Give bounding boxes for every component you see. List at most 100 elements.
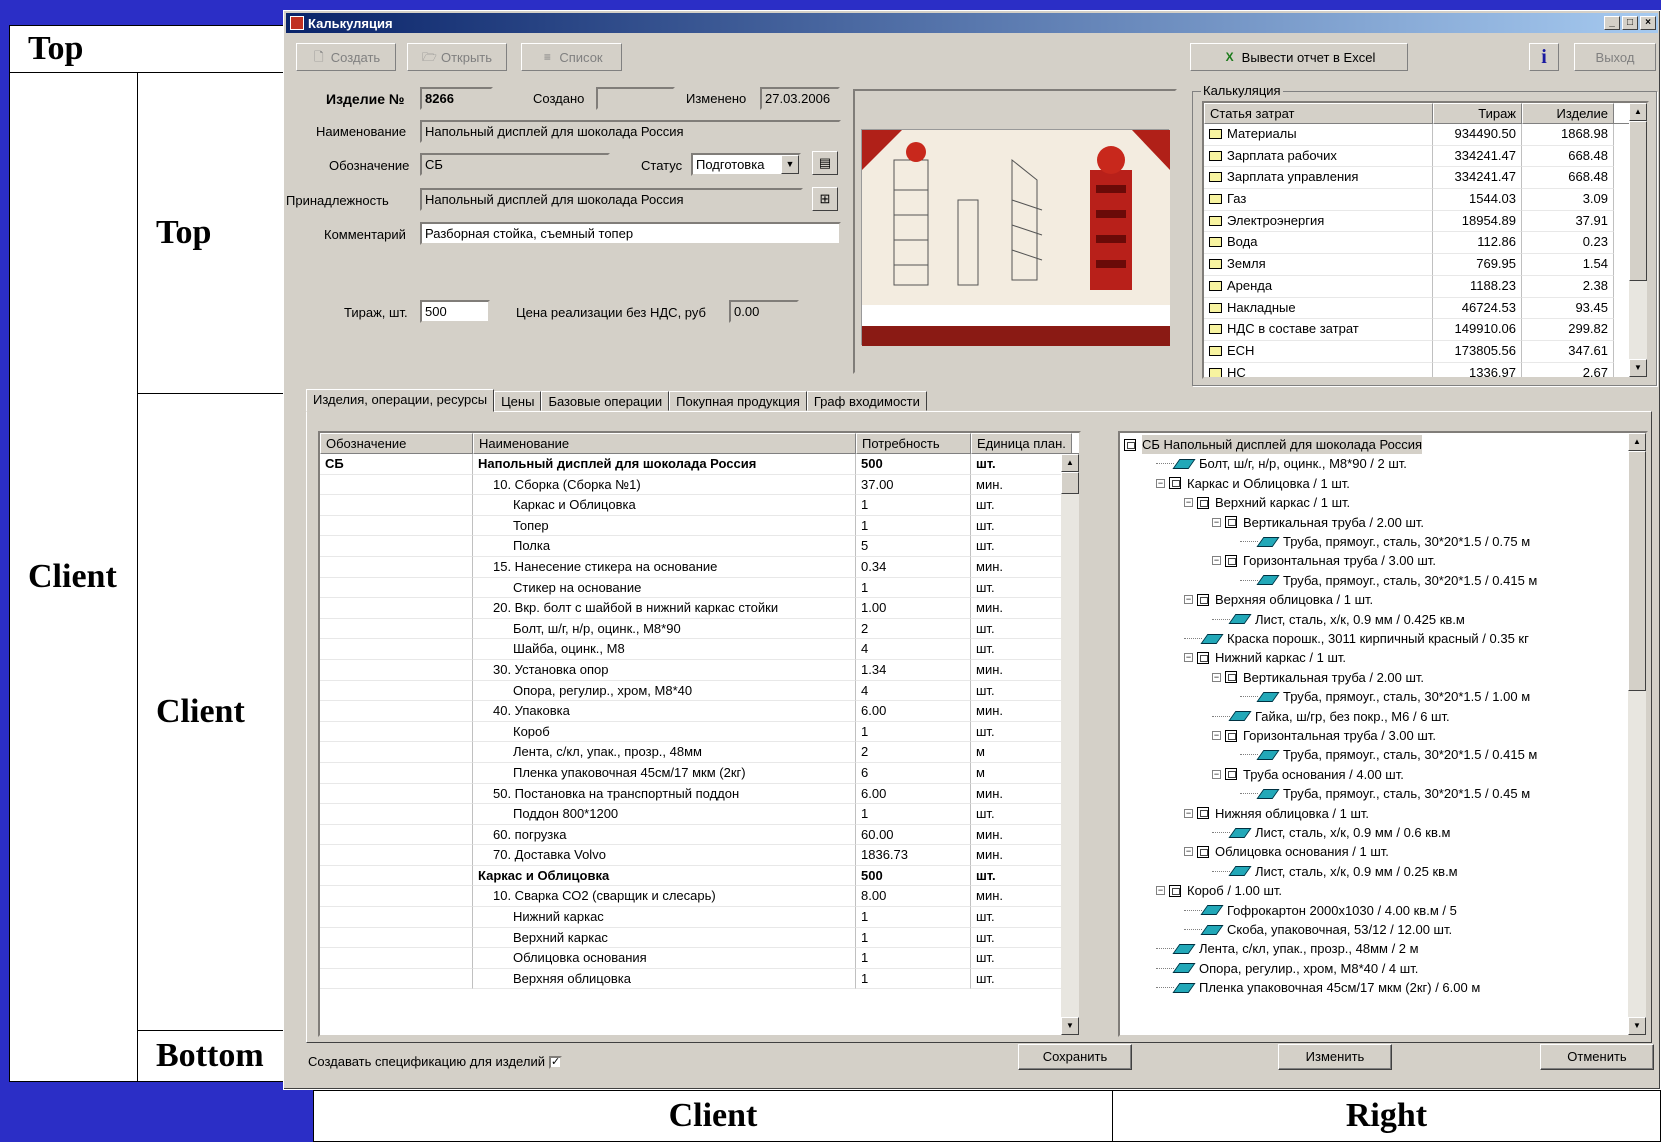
operation-row[interactable]: Пленка упаковочная 45см/17 мкм (2кг) 6 м [320, 762, 1079, 784]
collapse-icon[interactable]: − [1156, 886, 1165, 896]
tree-node[interactable]: − Нижний каркас / 1 шт. [1184, 648, 1346, 667]
col-designation[interactable]: Обозначение [320, 433, 473, 454]
name-field[interactable]: Напольный дисплей для шоколада Россия [420, 120, 841, 143]
collapse-icon[interactable]: − [1212, 517, 1221, 527]
exit-button[interactable]: Выход [1574, 43, 1656, 71]
status-select[interactable]: Подготовка ▼ [691, 153, 801, 176]
create-spec-checkbox[interactable]: ✓ [548, 1056, 562, 1070]
collapse-icon[interactable]: − [1212, 556, 1221, 566]
operation-row[interactable]: Полка 5 шт. [320, 536, 1079, 557]
operation-row[interactable]: 10. Сборка (Сборка №1) 37.00 мин. [320, 474, 1079, 496]
calc-row[interactable]: Аренда 1188.23 2.38 [1204, 275, 1647, 298]
operation-row[interactable]: Стикер на основание 1 шт. [320, 577, 1079, 599]
tree-scrollbar[interactable]: ▲ ▼ [1628, 433, 1646, 1035]
calc-row[interactable]: Вода 112.86 0.23 [1204, 232, 1647, 255]
tree-node[interactable]: − Каркас и Облицовка / 1 шт. [1156, 474, 1350, 493]
excel-export-button[interactable]: X Вывести отчет в Excel [1190, 43, 1408, 71]
operation-row[interactable]: 50. Постановка на транспортный поддон 6.0… [320, 783, 1079, 805]
tab-base-operations[interactable]: Базовые операции [541, 391, 670, 411]
calc-row[interactable]: Зарплата рабочих 334241.47 668.48 [1204, 145, 1647, 168]
operations-scrollbar[interactable]: ▲ ▼ [1061, 454, 1079, 1035]
tree-node[interactable]: − Верхний каркас / 1 шт. [1184, 493, 1350, 512]
belongs-tree-button[interactable]: ⊞ [812, 187, 838, 211]
item-no-field[interactable]: 8266 [420, 87, 493, 110]
operation-row[interactable]: 40. Упаковка 6.00 мин. [320, 701, 1079, 722]
tab-prices[interactable]: Цены [494, 391, 542, 411]
tree-node[interactable]: Гайка, ш/гр, без покр., М6 / 6 шт. [1212, 707, 1450, 726]
scroll-down-icon[interactable]: ▼ [1061, 1017, 1079, 1035]
scroll-up-icon[interactable]: ▲ [1628, 433, 1646, 451]
list-button[interactable]: ≡ Список [521, 43, 622, 71]
price-field[interactable]: 0.00 [729, 300, 799, 323]
calc-row[interactable]: НС 1336.97 2.67 [1204, 362, 1647, 377]
status-history-button[interactable]: ▤ [812, 151, 838, 175]
tree-node[interactable]: − Горизонтальная труба / 3.00 шт. [1212, 551, 1436, 570]
run-field[interactable]: 500 [420, 300, 490, 323]
scroll-thumb[interactable] [1628, 451, 1646, 691]
tree-node[interactable]: Труба, прямоуг., сталь, 30*20*1.5 / 0.45… [1240, 784, 1530, 803]
tree-node[interactable]: Болт, ш/г, н/р, оцинк., М8*90 / 2 шт. [1156, 454, 1407, 473]
calc-row[interactable]: Зарплата управления 334241.47 668.48 [1204, 167, 1647, 190]
save-button[interactable]: Сохранить [1018, 1044, 1132, 1070]
calc-row[interactable]: Накладные 46724.53 93.45 [1204, 297, 1647, 320]
tree-node[interactable]: − Вертикальная труба / 2.00 шт. [1212, 513, 1424, 532]
tree-node[interactable]: − Труба основания / 4.00 шт. [1212, 765, 1404, 784]
collapse-icon[interactable]: − [1212, 731, 1221, 740]
collapse-icon[interactable]: − [1184, 595, 1193, 605]
operation-row[interactable]: Каркас и Облицовка 500 шт. [320, 865, 1079, 887]
tree-node[interactable]: − Нижняя облицовка / 1 шт. [1184, 804, 1369, 823]
operation-row[interactable]: Облицовка основания 1 шт. [320, 948, 1079, 969]
collapse-icon[interactable]: − [1156, 478, 1165, 488]
tree-node[interactable]: − Горизонтальная труба / 3.00 шт. [1212, 726, 1436, 745]
collapse-icon[interactable]: − [1184, 847, 1193, 857]
info-button[interactable]: i [1529, 43, 1559, 71]
open-button[interactable]: 🗁 Открыть [407, 43, 507, 71]
cancel-button[interactable]: Отменить [1540, 1044, 1654, 1070]
tree-node[interactable]: Труба, прямоуг., сталь, 30*20*1.5 / 0.41… [1240, 745, 1537, 764]
maximize-button[interactable]: □ [1622, 16, 1638, 30]
tree-node[interactable]: Лист, сталь, х/к, 0.9 мм / 0.425 кв.м [1212, 610, 1465, 629]
col-run[interactable]: Тираж [1433, 103, 1522, 124]
minimize-button[interactable]: _ [1604, 16, 1620, 30]
tree-node[interactable]: − Верхняя облицовка / 1 шт. [1184, 590, 1373, 609]
scroll-thumb[interactable] [1061, 472, 1079, 494]
scroll-up-icon[interactable]: ▲ [1629, 103, 1647, 121]
collapse-icon[interactable]: − [1184, 653, 1193, 663]
operation-row[interactable]: Шайба, оцинк., М8 4 шт. [320, 639, 1079, 660]
tree-node[interactable]: Лист, сталь, х/к, 0.9 мм / 0.6 кв.м [1212, 823, 1450, 842]
tree-node[interactable]: Труба, прямоуг., сталь, 30*20*1.5 / 0.75… [1240, 532, 1530, 551]
tree-node[interactable]: Скоба, упаковочная, 53/12 / 12.00 шт. [1184, 920, 1452, 939]
tree-node[interactable]: − Короб / 1.00 шт. [1156, 881, 1282, 900]
calc-scrollbar[interactable]: ▲ ▼ [1629, 103, 1647, 377]
operation-row[interactable]: Топер 1 шт. [320, 515, 1079, 537]
col-cost-item[interactable]: Статья затрат [1204, 103, 1433, 124]
operation-row[interactable]: Опора, регулир., хром, М8*40 4 шт. [320, 680, 1079, 702]
operation-row[interactable]: 60. погрузка 60.00 мин. [320, 824, 1079, 846]
col-item[interactable]: Изделие [1522, 103, 1614, 124]
operation-row[interactable]: 70. Доставка Volvo 1836.73 мин. [320, 845, 1079, 866]
calc-row[interactable]: Земля 769.95 1.54 [1204, 254, 1647, 276]
belongs-field[interactable]: Напольный дисплей для шоколада Россия [420, 188, 803, 211]
operation-row[interactable]: Каркас и Облицовка 1 шт. [320, 495, 1079, 516]
designation-field[interactable]: СБ [420, 153, 610, 176]
comment-field[interactable]: Разборная стойка, съемный топер [420, 222, 841, 245]
collapse-icon[interactable]: − [1184, 498, 1193, 508]
scroll-down-icon[interactable]: ▼ [1628, 1017, 1646, 1035]
calc-row[interactable]: Электроэнергия 18954.89 37.91 [1204, 210, 1647, 233]
tree-node[interactable]: Труба, прямоуг., сталь, 30*20*1.5 / 1.00… [1240, 687, 1530, 706]
tab-items-ops-resources[interactable]: Изделия, операции, ресурсы [306, 389, 495, 412]
tree-node[interactable]: Пленка упаковочная 45см/17 мкм (2кг) / 6… [1156, 978, 1480, 997]
tree-node[interactable]: − Облицовка основания / 1 шт. [1184, 842, 1389, 861]
tree-node[interactable]: Гофрокартон 2000х1030 / 4.00 кв.м / 5 [1184, 901, 1457, 920]
tree-node[interactable]: Лист, сталь, х/к, 0.9 мм / 0.25 кв.м [1212, 862, 1458, 881]
operation-row[interactable]: Болт, ш/г, н/р, оцинк., М8*90 2 шт. [320, 618, 1079, 640]
tree-node[interactable]: Опора, регулир., хром, М8*40 / 4 шт. [1156, 959, 1418, 978]
collapse-icon[interactable]: − [1212, 769, 1221, 779]
col-need[interactable]: Потребность [856, 433, 971, 454]
scroll-down-icon[interactable]: ▼ [1629, 359, 1647, 377]
operation-row[interactable]: Лента, с/кл, упак., прозр., 48мм 2 м [320, 742, 1079, 763]
operation-row[interactable]: СБ Напольный дисплей для шоколада Россия 5… [320, 454, 1079, 475]
create-button[interactable]: 🗋 Создать [296, 43, 396, 71]
tab-purchased-products[interactable]: Покупная продукция [669, 391, 807, 411]
operation-row[interactable]: 20. Вкр. болт с шайбой в нижний каркас с… [320, 598, 1079, 619]
